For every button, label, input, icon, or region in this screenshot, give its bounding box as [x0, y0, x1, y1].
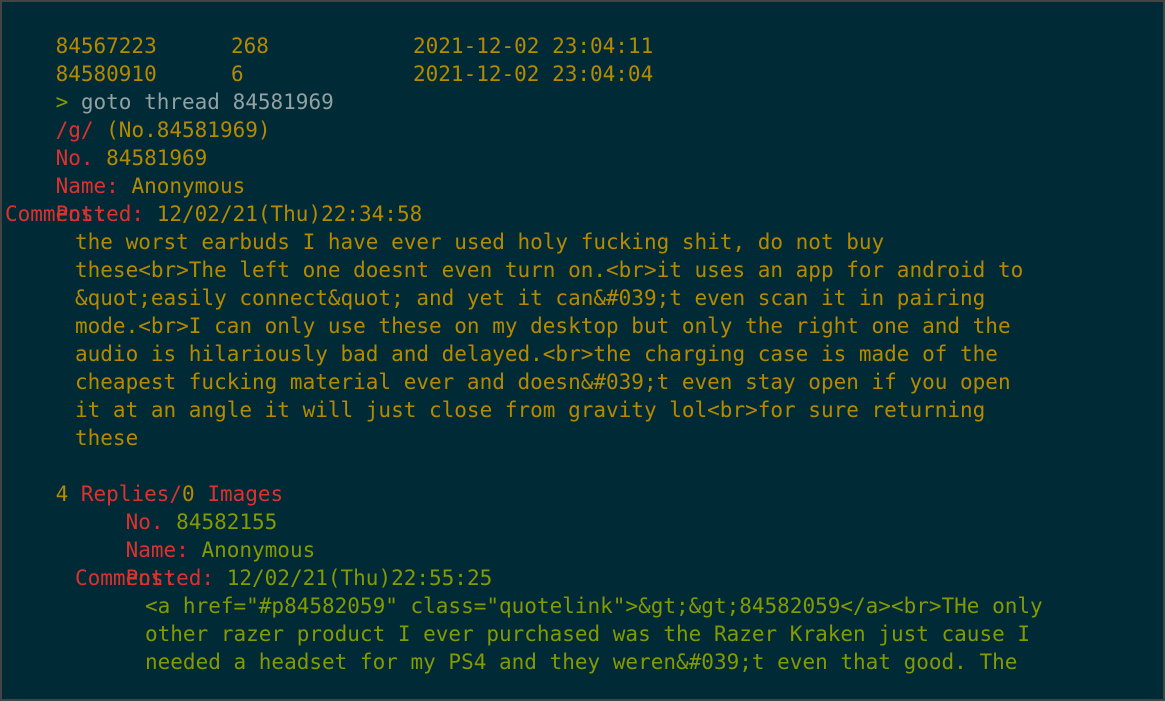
comment-line: these [75, 426, 139, 450]
thread-stats: 4 Replies/0 Images [5, 452, 284, 506]
comment-line: mode.<br>I can only use these on my desk… [75, 314, 1011, 338]
comment-line: the worst earbuds I have ever used holy … [75, 230, 885, 254]
comment-line: these<br>The left one doesnt even turn o… [75, 258, 1024, 282]
comment-label: Comment: [75, 566, 177, 590]
board-header: /g/ (No.84581969) [5, 88, 271, 142]
command-line[interactable]: > goto thread 84581969 [5, 60, 334, 114]
comment-line: needed a headset for my PS4 and they wer… [145, 650, 1018, 674]
comment-line: it at an angle it will just close from g… [75, 398, 986, 422]
op-name: Name: Anonymous [5, 144, 246, 198]
terminal-window[interactable]: 84567223 268 2021-12-02 23:04:11 84580910 6… [2, 2, 1163, 699]
thread-list-row: 84580910 6 2021-12-02 23:04:04 [5, 32, 1155, 86]
replies-count: 4 [55, 482, 69, 506]
op-posted: Posted: 12/02/21(Thu)22:34:58 [5, 172, 423, 226]
comment-line: audio is hilariously bad and delayed.<br… [75, 342, 998, 366]
reply-posted: Posted: 12/02/21(Thu)22:55:25 [75, 536, 493, 590]
comment-label: Comment: [5, 202, 107, 226]
reply-name: Name: Anonymous [75, 508, 316, 562]
comment-line: cheapest fucking material ever and doesn… [75, 370, 1011, 394]
thread-list-row: 84567223 268 2021-12-02 23:04:11 [5, 4, 1155, 58]
reply-number: No. 84582155 [75, 480, 278, 534]
posted-value: 12/02/21(Thu)22:55:25 [214, 566, 493, 590]
comment-line: other razer product I ever purchased was… [145, 622, 1031, 646]
op-number: No. 84581969 [5, 116, 208, 170]
comment-line: &quot;easily connect&quot; and yet it ca… [75, 286, 986, 310]
thread-timestamp: 2021-12-02 23:04:04 [413, 62, 654, 86]
posted-value: 12/02/21(Thu)22:34:58 [144, 202, 423, 226]
comment-line: <a href="#p84582059" class="quotelink">&… [145, 594, 1043, 618]
